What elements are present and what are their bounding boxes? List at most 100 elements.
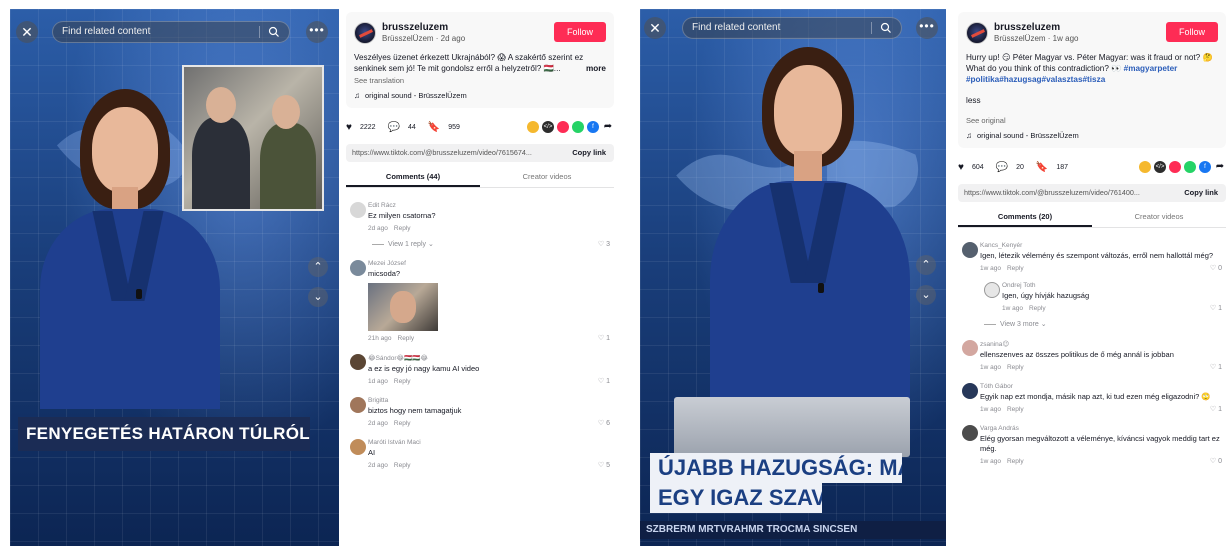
link-field[interactable]: https://www.tiktok.com/@brusszeluzem/vid… [958,184,1226,202]
comment-like[interactable]: ♡ 5 [598,461,610,469]
search-input[interactable]: Find related content [682,17,902,39]
comment-button[interactable]: 💬 44 [388,122,416,133]
comment-like[interactable]: ♡ 0 [1210,457,1222,465]
sound-row[interactable]: ♫ original sound - BrüsszelÜzem [966,131,1218,140]
save-button[interactable]: 🔖 959 [428,122,460,133]
comment-author[interactable]: Brigitta [368,397,614,404]
video-player[interactable]: ÚJABB HAZUGSÁG: MÁR EGY IGAZ SZAV SZBRER… [640,9,946,546]
follow-button[interactable]: Follow [1166,22,1218,42]
comment-text: micsoda? [368,269,401,278]
comment-like[interactable]: ♡ 3 [598,240,610,248]
reply-button[interactable]: Reply [1007,265,1024,272]
copy-link-button[interactable]: Copy link [1184,184,1218,202]
comment-author[interactable]: Edit Rácz [368,202,614,209]
share-arrow-icon[interactable]: ➦ [602,121,614,133]
reply-button[interactable]: Reply [1007,364,1024,371]
view-replies-button[interactable]: View 1 reply ⌄ [372,240,614,248]
share-arrow-icon[interactable]: ➦ [1214,161,1226,173]
comment-author[interactable]: Tóth Gábor [980,383,1226,390]
comment-image[interactable] [368,283,438,331]
like-button[interactable]: ♥ 604 [958,162,984,173]
send-icon[interactable] [557,121,569,133]
comment-like[interactable]: ♡ 0 [1210,264,1222,272]
author-name[interactable]: brusszeluzem [382,22,465,33]
send-icon[interactable] [1169,161,1181,173]
author-subtitle: BrüsszelÜzem · 1w ago [994,34,1079,43]
tab-creator-videos[interactable]: Creator videos [480,168,614,187]
repost-icon[interactable] [1139,161,1151,173]
tab-comments[interactable]: Comments (20) [958,208,1092,227]
reply-button[interactable]: Reply [394,225,411,232]
comment-like[interactable]: ♡ 6 [598,419,610,427]
reply-button[interactable]: Reply [1007,406,1024,413]
reply-button[interactable]: Reply [394,462,411,469]
facebook-icon[interactable]: f [1199,161,1211,173]
comment-like[interactable]: ♡ 1 [1210,363,1222,371]
comment-like[interactable]: ♡ 1 [1210,304,1222,312]
avatar[interactable] [350,354,366,370]
next-video-icon[interactable]: ⌄ [916,285,936,305]
comment-author[interactable]: Mezei József [368,260,614,267]
heart-outline-icon: ♡ [597,462,607,469]
comment-like[interactable]: ♡ 1 [1210,405,1222,413]
comment-button[interactable]: 💬 20 [996,162,1024,173]
comment-author[interactable]: Varga András [980,425,1226,432]
search-icon[interactable] [268,26,280,38]
save-button[interactable]: 🔖 187 [1036,162,1068,173]
like-button[interactable]: ♥ 2222 [346,122,376,133]
sound-row[interactable]: ♫ original sound - BrüsszelÜzem [354,91,606,100]
author-name[interactable]: brusszeluzem [994,22,1078,33]
reply-button[interactable]: Reply [398,335,415,342]
whatsapp-icon[interactable] [572,121,584,133]
avatar[interactable] [350,439,366,455]
avatar[interactable] [350,202,366,218]
embed-icon[interactable]: </> [1154,161,1166,173]
comment-author[interactable]: Ondrej Toth [1002,282,1226,289]
comment-author[interactable]: Kancs_Kenyér [980,242,1226,249]
avatar[interactable] [962,242,978,258]
search-input[interactable]: Find related content [52,21,290,43]
avatar[interactable] [350,397,366,413]
previous-video-icon[interactable]: ⌃ [308,257,328,277]
reply-button[interactable]: Reply [1029,305,1046,312]
divider [871,22,872,34]
link-field[interactable]: https://www.tiktok.com/@brusszeluzem/vid… [346,144,614,162]
close-icon[interactable]: ✕ [16,21,38,43]
avatar[interactable] [962,425,978,441]
close-icon[interactable]: ✕ [644,17,666,39]
next-video-icon[interactable]: ⌄ [308,287,328,307]
avatar[interactable] [962,340,978,356]
facebook-icon[interactable]: f [587,121,599,133]
avatar[interactable] [350,260,366,276]
comment-author[interactable]: zsanina😉 [980,340,1226,348]
tab-comments[interactable]: Comments (44) [346,168,480,187]
view-more-replies-button[interactable]: View 3 more ⌄ [984,320,1226,328]
reply-button[interactable]: Reply [1007,458,1024,465]
copy-link-button[interactable]: Copy link [572,144,606,162]
comment-like-count: 1 [606,378,610,385]
tab-creator-videos[interactable]: Creator videos [1092,208,1226,227]
more-options-icon[interactable]: ••• [306,21,328,43]
more-options-icon[interactable]: ••• [916,17,938,39]
comment-author[interactable]: Maróti István Maci [368,439,614,446]
comment-like[interactable]: ♡ 1 [598,377,610,385]
more-link[interactable]: more [586,63,606,74]
reply-button[interactable]: Reply [394,378,411,385]
avatar[interactable] [354,22,376,44]
previous-video-icon[interactable]: ⌃ [916,255,936,275]
avatar[interactable] [966,22,988,44]
comment-author[interactable]: 😂Sándor😂🇭🇺🇭🇺😂 [368,354,614,362]
video-player[interactable]: FENYEGETÉS HATÁRON TÚLRÓL ✕ Find related… [10,9,339,546]
comment-like[interactable]: ♡ 1 [598,334,610,342]
reply-button[interactable]: Reply [394,420,411,427]
embed-icon[interactable]: </> [542,121,554,133]
repost-icon[interactable] [527,121,539,133]
see-translation-link[interactable]: See translation [354,76,606,85]
avatar[interactable] [962,383,978,399]
less-link[interactable]: less [966,95,1218,106]
see-original-link[interactable]: See original [966,116,1218,125]
search-icon[interactable] [880,22,892,34]
follow-button[interactable]: Follow [554,22,606,42]
avatar[interactable] [984,282,1000,298]
whatsapp-icon[interactable] [1184,161,1196,173]
